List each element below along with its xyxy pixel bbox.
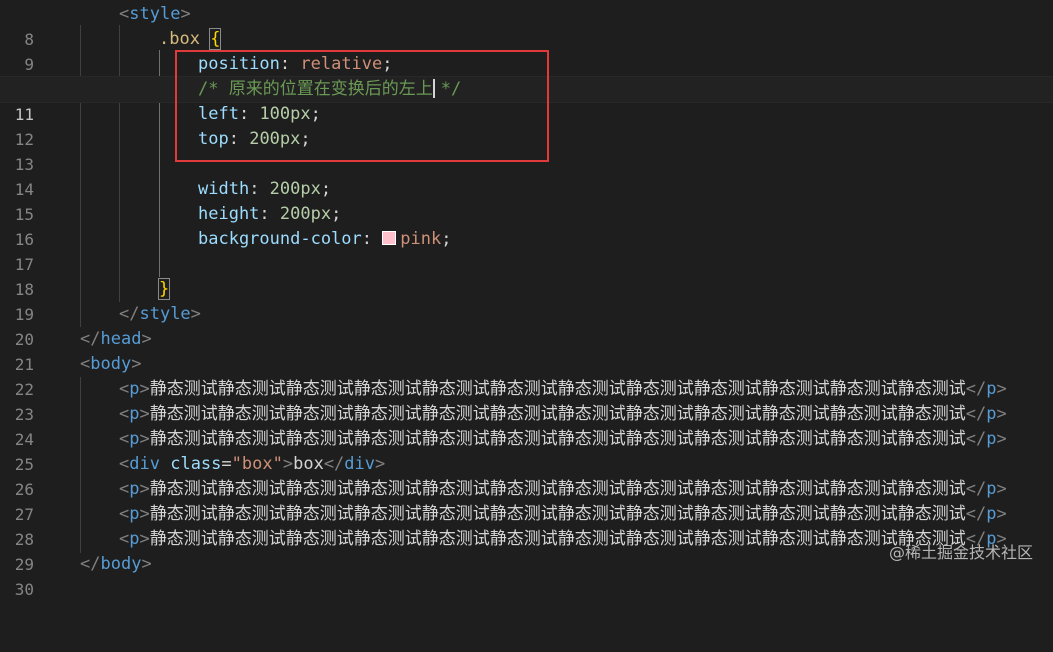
watermark: @稀土掘金技术社区 [888,543,1033,562]
code-line[interactable]: 22 <body> [0,352,1053,399]
code-line[interactable]: 15 width: 200px; [0,177,1053,224]
code-line[interactable]: 26 <div class="box">box</div> [0,452,1053,499]
code-line[interactable]: 21 </head> [0,327,1053,374]
code-line[interactable]: 24 <p>静态测试静态测试静态测试静态测试静态测试静态测试静态测试静态测试静态… [0,402,1053,449]
annotation-highlight-box [175,50,549,162]
matched-brace: { [209,28,222,50]
code-line[interactable]: 18 [0,252,1053,299]
code-line[interactable]: 28 <p>静态测试静态测试静态测试静态测试静态测试静态测试静态测试静态测试静态… [0,502,1053,549]
code-line[interactable]: 19 } [0,277,1053,324]
code-line[interactable]: 17 background-color: pink; [0,227,1053,274]
code-line[interactable]: 25 <p>静态测试静态测试静态测试静态测试静态测试静态测试静态测试静态测试静态… [0,427,1053,474]
code-editor[interactable]: 8 <style> 9 .box { 10 position: relative… [0,0,1053,599]
code-line[interactable]: 27 <p>静态测试静态测试静态测试静态测试静态测试静态测试静态测试静态测试静态… [0,477,1053,524]
code-line[interactable]: 9 .box { [0,27,1053,74]
code-line[interactable]: 20 </style> [0,302,1053,349]
css-selector: .box [159,29,200,49]
code-line[interactable]: 16 height: 200px; [0,202,1053,249]
code-line[interactable]: 8 <style> [0,2,1053,49]
code-line[interactable]: 23 <p>静态测试静态测试静态测试静态测试静态测试静态测试静态测试静态测试静态… [0,377,1053,424]
color-swatch[interactable] [382,231,397,245]
matched-brace: } [157,278,171,300]
line-number: 30 [14,580,34,599]
